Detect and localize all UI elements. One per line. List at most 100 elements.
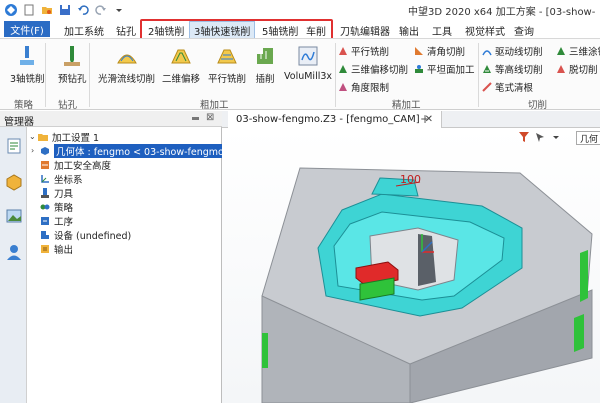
tab-visual-style[interactable]: 视觉样式 [465,23,505,38]
3d-viewport[interactable]: 几何 100 [222,128,600,403]
parallel-milling-small-icon [339,47,347,55]
3d-coat-milling-button[interactable]: 三维涂铣 [556,44,600,58]
group-separator [45,43,46,107]
add-tab-button[interactable]: + [420,112,430,126]
green-strip [262,333,268,368]
dimension-label: 100 [400,173,421,186]
pencil-clean-button[interactable]: 笔式清根 [482,80,533,94]
coordinate-system-icon [41,174,49,183]
corner-clean-icon [415,47,423,55]
tree-item-safe-height[interactable]: 加工安全高度 [40,158,111,172]
manager-tree: ⌄ 加工设置 1 › 几何体 : fengmo < 03-show-fengmo… [27,127,242,403]
tab-drilling[interactable]: 钻孔 [116,23,136,38]
3axis-milling-button[interactable]: 3轴铣削 [10,45,45,85]
tab-toolpath-editor[interactable]: 刀轨编辑器 [340,23,390,38]
volumill-icon [298,46,318,66]
contour-cut-icon [483,65,491,73]
tab-highlight-box [140,19,333,40]
manager-header: 管理器 ⊠ [0,111,222,128]
collapse-icon[interactable]: ⌄ [29,132,37,141]
new-file-icon[interactable] [22,3,36,17]
group-label-roughing: 粗加工 [200,100,229,111]
contour-cut-button[interactable]: 等高线切削 [482,62,543,76]
document-tab-label: 03-show-fengmo.Z3 - [fengmo_CAM] [236,114,420,125]
geometry-icon [41,146,49,155]
group-label-strategy: 策略 [14,100,34,111]
mold-model: 100 [261,167,593,403]
document-tabs: 03-show-fengmo.Z3 - [fengmo_CAM] ✕ + [222,111,600,128]
manager-close-button[interactable]: ⊠ [206,112,214,123]
3d-coat-milling-icon [557,47,565,55]
flat-face-icon [415,65,423,73]
pin-icon[interactable] [191,114,200,123]
tree-item-output[interactable]: 输出 [40,242,73,256]
plunge-button[interactable]: 插削 [254,45,276,85]
manager-title: 管理器 [4,117,34,128]
parallel-milling-icon [217,49,237,64]
parallel-milling-small-button[interactable]: 平行铣削 [338,44,389,58]
user-icon[interactable] [5,243,23,261]
corner-clean-button[interactable]: 清角切削 [414,44,465,58]
2d-offset-icon [171,49,191,64]
angle-limit-icon [339,83,347,91]
detach-cut-icon [557,65,565,73]
green-strip [574,314,584,352]
detach-cut-button[interactable]: 脱切削 [556,62,598,76]
group-separator [89,43,90,107]
ribbon-panel: 3轴铣削 预钻孔 光滑流线切削 二维偏移 平行铣削 插削 VoluMill3x … [0,38,600,111]
group-label-drilling: 钻孔 [58,100,78,111]
group-label-finishing: 精加工 [392,100,421,111]
angle-limit-button[interactable]: 角度限制 [338,80,389,94]
manager-side-toolbar [0,127,27,403]
equipment-icon [41,230,49,239]
expand-icon[interactable]: › [31,146,39,155]
plunge-icon [257,48,273,64]
app-logo-icon [4,3,18,17]
drive-line-cut-icon [482,50,492,56]
2d-offset-button[interactable]: 二维偏移 [162,45,200,85]
tab-tools[interactable]: 工具 [432,23,452,38]
strategy-icon [40,204,50,209]
open-icon[interactable] [40,3,54,17]
quick-access-dropdown-icon[interactable] [112,3,126,17]
parallel-milling-button[interactable]: 平行铣削 [208,45,246,85]
part-box-icon[interactable] [5,173,23,191]
safe-height-icon [41,160,49,169]
window-title: 中望3D 2020 x64 加工方案 - [03-show- [408,7,596,18]
pre-drill-icon [64,46,81,66]
undo-icon[interactable] [76,3,90,17]
document-tab[interactable]: 03-show-fengmo.Z3 - [fengmo_CAM] ✕ [228,111,443,128]
image-view-icon[interactable] [5,207,23,225]
tab-file[interactable]: 文件(F) [4,21,50,37]
pre-drill-button[interactable]: 预钻孔 [58,45,87,85]
tree-item-coordinate-system[interactable]: 坐标系 [40,172,83,186]
tree-item-geometry[interactable]: › 几何体 : fengmo < 03-show-fengmo.Z3 [31,143,242,158]
operation-icon [41,216,49,225]
folder-icon [38,133,48,141]
volumill-button[interactable]: VoluMill3x [284,45,332,82]
group-separator [478,43,479,107]
smooth-flow-cut-button[interactable]: 光滑流线切削 [98,45,155,85]
3d-offset-cut-icon [339,65,347,73]
tree-item-operations[interactable]: 工序 [40,214,73,228]
3d-offset-cut-button[interactable]: 三维偏移切削 [338,62,408,76]
cam-manager-icon[interactable] [5,137,23,155]
tab-output[interactable]: 输出 [399,23,419,38]
output-icon [41,244,49,253]
3axis-milling-icon [20,46,35,65]
tree-item-equipment[interactable]: 设备 (undefined) [40,228,131,242]
tool-icon [41,187,49,198]
redo-icon[interactable] [94,3,108,17]
tree-item-machining-setup[interactable]: ⌄ 加工设置 1 [29,130,99,144]
flat-face-button[interactable]: 平坦面加工 [414,62,475,76]
pencil-clean-icon [482,82,492,92]
tab-machining-system[interactable]: 加工系统 [64,23,104,38]
tree-item-tools[interactable]: 刀具 [40,186,73,200]
save-icon[interactable] [58,3,72,17]
drive-line-cut-button[interactable]: 驱动线切削 [482,44,543,58]
tab-query[interactable]: 查询 [514,23,534,38]
title-bar: 中望3D 2020 x64 加工方案 - [03-show- [0,0,600,20]
group-label-cutting: 切削 [528,100,548,111]
smooth-flow-cut-icon [116,54,137,64]
tree-item-strategy[interactable]: 策略 [40,200,73,214]
